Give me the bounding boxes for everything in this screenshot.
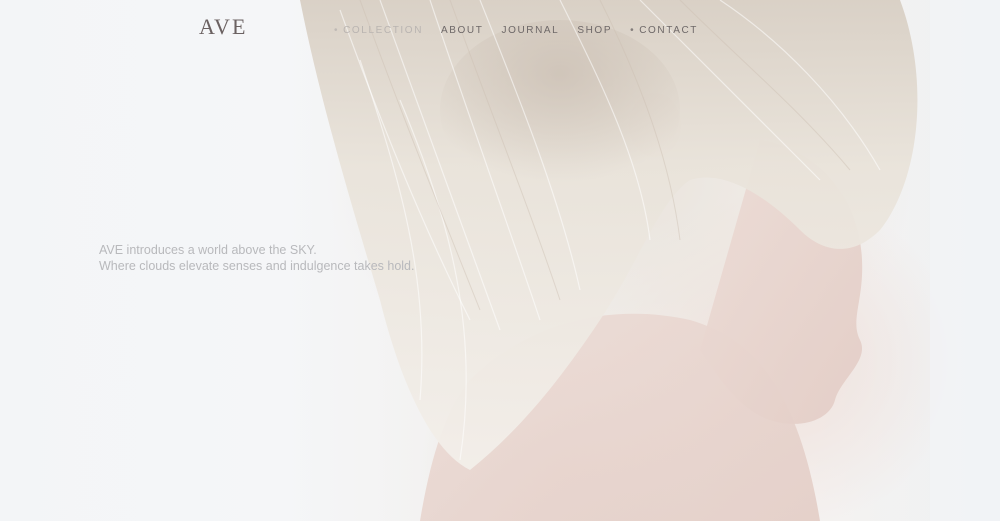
main-nav: • COLLECTION ABOUT JOURNAL SHOP • CONTACT [334,25,716,36]
bullet-icon: • [630,25,636,36]
nav-item-about[interactable]: ABOUT [441,25,483,36]
nav-item-shop[interactable]: SHOP [577,25,612,36]
nav-item-label: CONTACT [639,25,698,36]
bullet-icon: • [334,25,340,36]
hero-tagline: AVE introduces a world above the SKY. Wh… [99,242,414,274]
nav-item-label: JOURNAL [501,25,560,36]
nav-item-journal[interactable]: JOURNAL [501,25,559,36]
brand-logo[interactable]: AVE [199,14,247,40]
nav-item-label: SHOP [577,25,613,36]
tagline-line-2: Where clouds elevate senses and indulgen… [99,259,415,273]
landing-page: AVE • COLLECTION ABOUT JOURNAL SHOP • CONT… [0,0,1000,521]
nav-item-contact[interactable]: • CONTACT [630,25,698,36]
nav-item-label: COLLECTION [343,25,424,36]
nav-item-collection[interactable]: • COLLECTION [334,25,423,36]
nav-item-label: ABOUT [441,25,484,36]
tagline-line-1: AVE introduces a world above the SKY. [99,243,317,257]
